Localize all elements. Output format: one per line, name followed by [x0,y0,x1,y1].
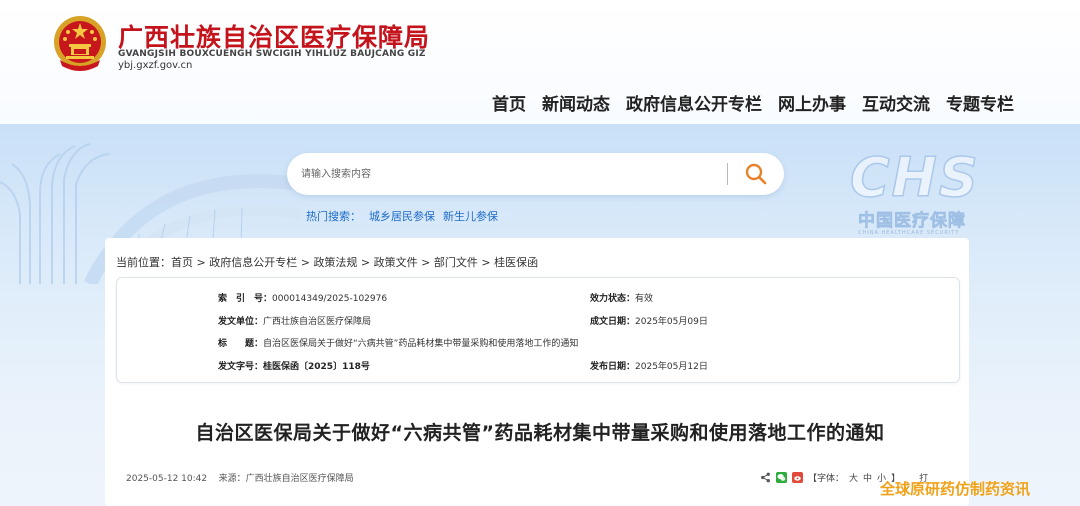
hot-term-resident-insurance[interactable]: 城乡居民参保 [369,208,435,224]
breadcrumb: 当前位置：首页 > 政府信息公开专栏 > 政策法规 > 政策文件 > 部门文件 … [116,254,538,270]
meta-status: 效力状态：有效 [590,291,653,304]
meta-docno-value: 桂医保函〔2025〕118号 [263,362,370,372]
breadcrumb-item-gui-yibao-han[interactable]: 桂医保函 [494,256,538,269]
breadcrumb-separator: > [357,256,374,269]
search-icon[interactable] [744,162,768,186]
hot-search-label: 热门搜索： [306,210,361,223]
breadcrumb-item-home[interactable]: 首页 [171,256,193,269]
meta-date-value: 2025年05月09日 [635,317,708,327]
hot-term-newborn-insurance[interactable]: 新生儿参保 [443,208,498,224]
meta-issuer-value: 广西壮族自治区医疗保障局 [263,317,372,327]
meta-status-value: 有效 [635,294,654,304]
share-icon[interactable] [760,472,771,483]
font-size-label: 【字体： [808,473,845,484]
meta-title-value: 自治区医保局关于做好“六病共管”药品耗材集中带量采购和使用落地工作的通知 [263,339,579,349]
meta-title-label: 标 题： [218,339,264,349]
meta-date: 成文日期：2025年05月09日 [590,314,708,327]
article-info: 2025-05-12 10:42 来源：广西壮族自治区医疗保障局 [126,471,354,484]
breadcrumb-separator: > [477,256,495,269]
breadcrumb-item-policy[interactable]: 政策法规 [313,256,357,269]
wechat-icon[interactable] [776,471,787,483]
nav-item-home[interactable]: 首页 [492,90,526,115]
font-size-medium[interactable]: 中 [863,471,872,484]
meta-status-label: 效力状态： [590,294,636,304]
article-title: 自治区医保局关于做好“六病共管”药品耗材集中带量采购和使用落地工作的通知 [195,422,885,444]
breadcrumb-item-policy-docs[interactable]: 政策文件 [374,256,418,269]
search-box [287,153,784,195]
nav-item-gov-info[interactable]: 政府信息公开专栏 [626,90,762,115]
meta-date-label: 成文日期： [590,317,636,327]
meta-issuer: 发文单位：广西壮族自治区医疗保障局 [218,314,371,327]
national-emblem-icon [54,16,106,71]
breadcrumb-item-dept-docs[interactable]: 部门文件 [434,256,478,269]
breadcrumb-separator: > [297,256,314,269]
nav-item-special[interactable]: 专题专栏 [946,90,1014,115]
search-divider [727,163,728,185]
meta-index-value: 000014349/2025-102976 [272,294,388,304]
article-datetime: 2025-05-12 10:42 [126,474,208,484]
article-source-label: 来源： [218,474,246,484]
meta-docno-label: 发文字号： [218,362,264,372]
site-pinyin-subtitle: GVANGJSIH BOUXCUENGH SWCIGIH YIHLIUZ BAU… [118,49,426,59]
meta-title: 标 题：自治区医保局关于做好“六病共管”药品耗材集中带量采购和使用落地工作的通知 [218,336,578,349]
meta-index-label: 索 引 号： [218,294,273,304]
main-nav: 首页 新闻动态 政府信息公开专栏 网上办事 互动交流 专题专栏 [492,90,1014,115]
chs-logo-english: CHINA HEALTHCARE SECURITY [858,230,960,236]
meta-docno: 发文字号：桂医保函〔2025〕118号 [218,359,370,372]
site-header: 广西壮族自治区医疗保障局 GVANGJSIH BOUXCUENGH SWCIGI… [0,0,1080,124]
breadcrumb-separator: > [193,256,210,269]
weibo-icon[interactable] [792,471,803,483]
chs-logo-chinese: 中国医疗保障 [858,211,966,232]
breadcrumb-separator: > [417,256,434,269]
meta-pubdate-label: 发布日期： [590,362,636,372]
font-size-large[interactable]: 大 [849,471,858,484]
nav-item-news[interactable]: 新闻动态 [542,90,610,115]
search-input[interactable] [301,163,711,185]
article-source-value: 广西壮族自治区医疗保障局 [245,474,354,484]
chs-logo-text: CHS [849,145,980,210]
meta-index: 索 引 号：000014349/2025-102976 [218,291,387,304]
breadcrumb-label: 当前位置： [116,256,171,269]
hot-search: 热门搜索： 城乡居民参保 新生儿参保 [306,208,498,224]
nav-item-online-service[interactable]: 网上办事 [778,90,846,115]
meta-pubdate-value: 2025年05月12日 [635,362,708,372]
breadcrumb-item-gov-info[interactable]: 政府信息公开专栏 [209,256,297,269]
watermark-text: 全球原研药仿制药资讯 [880,480,1031,498]
meta-pubdate: 发布日期：2025年05月12日 [590,359,708,372]
meta-issuer-label: 发文单位： [218,317,264,327]
site-domain: ybj.gxzf.gov.cn [118,60,193,71]
nav-item-interaction[interactable]: 互动交流 [862,90,930,115]
